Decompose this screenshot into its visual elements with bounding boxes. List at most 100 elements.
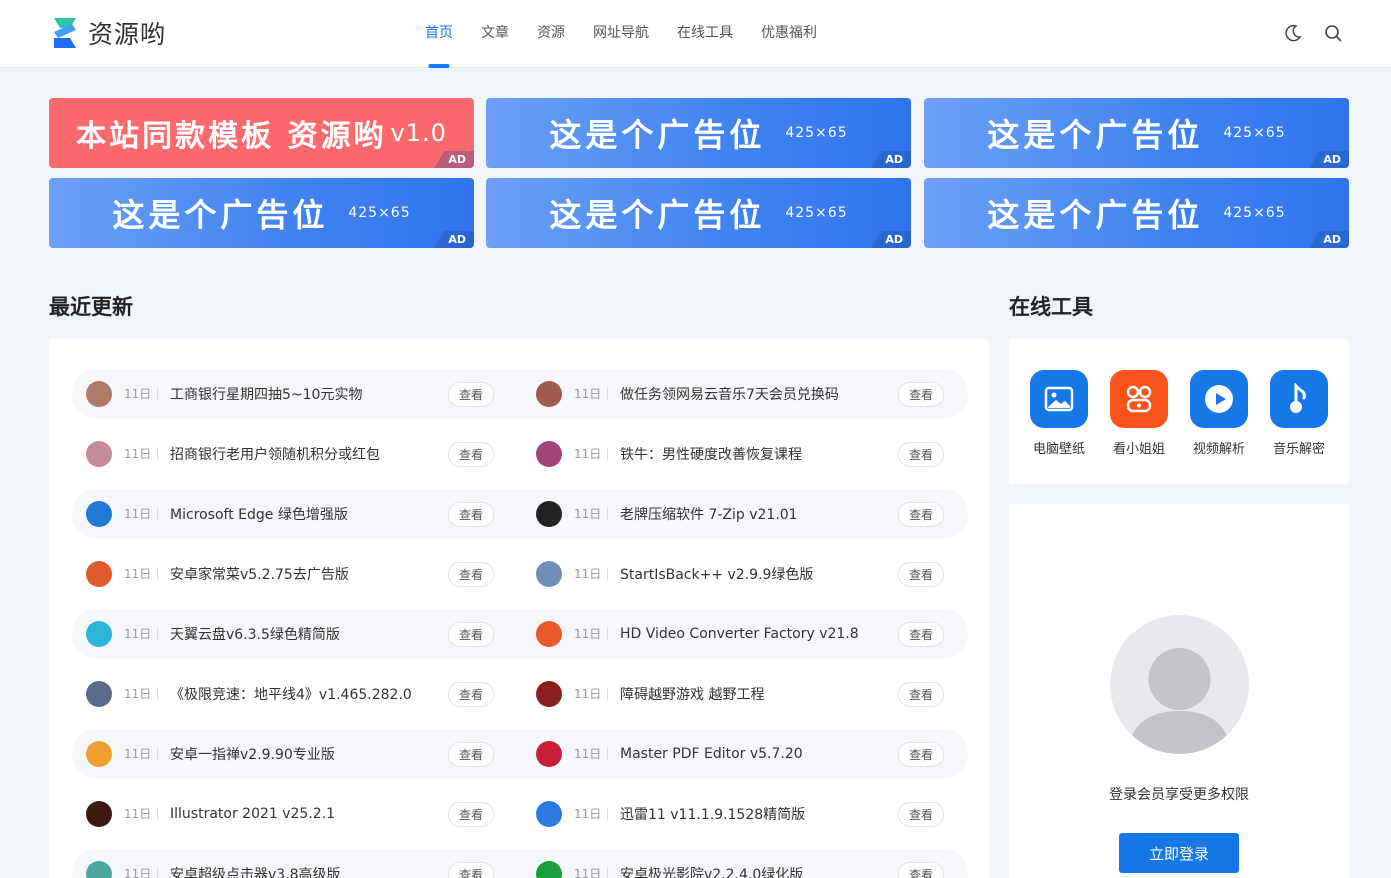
tool-label: 视频解析: [1192, 442, 1245, 457]
list-item[interactable]: 11日 障碍越野游戏 越野工程 查看: [522, 669, 957, 719]
ad-text: 这是个广告位: [549, 116, 766, 154]
item-title[interactable]: 《极限竞速：地平线4》v1.465.282.0: [170, 684, 448, 704]
nav-articles[interactable]: 文章: [481, 0, 509, 68]
tool-wallpaper[interactable]: 电脑壁纸: [1029, 370, 1089, 457]
item-date: 11日: [574, 568, 608, 580]
view-button[interactable]: 查看: [897, 501, 944, 527]
list-item[interactable]: 11日 天翼云盘v6.3.5绿色精简版 查看: [72, 609, 507, 659]
item-date: 11日: [124, 388, 158, 400]
tool-label: 电脑壁纸: [1032, 442, 1085, 457]
item-date: 11日: [124, 628, 158, 640]
view-button[interactable]: 查看: [897, 741, 944, 767]
nav-deals[interactable]: 优惠福利: [761, 0, 817, 68]
table-row: 11日 《极限竞速：地平线4》v1.465.282.0 查看 11日 障碍越野游戏 越野…: [72, 669, 968, 719]
view-button[interactable]: 查看: [897, 801, 944, 827]
search-icon[interactable]: [1324, 24, 1342, 42]
cloud-icon: [86, 621, 112, 647]
default-avatar-icon: [1128, 648, 1231, 754]
7zip-icon: [536, 501, 562, 527]
item-title[interactable]: 做任务领网易云音乐7天会员兑换码: [620, 384, 898, 404]
item-date: 11日: [124, 868, 158, 878]
item-title[interactable]: 迅雷11 v11.1.9.1528精简版: [620, 804, 898, 824]
item-title[interactable]: 安卓一指禅v2.9.90专业版: [170, 744, 448, 764]
list-item[interactable]: 11日 StartIsBack++ v2.9.9绿色版 查看: [522, 549, 957, 599]
view-button[interactable]: 查看: [897, 621, 944, 647]
list-item[interactable]: 11日 Microsoft Edge 绿色增强版 查看: [72, 489, 507, 539]
list-item[interactable]: 11日 安卓一指禅v2.9.90专业版 查看: [72, 729, 507, 779]
offroad-icon: [536, 681, 562, 707]
list-item[interactable]: 11日 Master PDF Editor v5.7.20 查看: [522, 729, 957, 779]
site-header: 资源哟 首页 文章 资源 网址导航 在线工具 优惠福利: [0, 0, 1391, 68]
view-button[interactable]: 查看: [447, 681, 494, 707]
item-title[interactable]: 安卓超级点击器v3.8高级版: [170, 864, 448, 878]
view-button[interactable]: 查看: [897, 441, 944, 467]
view-button[interactable]: 查看: [447, 621, 494, 647]
view-button[interactable]: 查看: [897, 681, 944, 707]
list-item[interactable]: 11日 安卓家常菜v5.2.75去广告版 查看: [72, 549, 507, 599]
ad-banner[interactable]: 这是个广告位 425×65 AD: [49, 178, 474, 248]
view-button[interactable]: 查看: [447, 441, 494, 467]
table-row: 11日 天翼云盘v6.3.5绿色精简版 查看 11日 HD Video Converte…: [72, 609, 968, 659]
tool-video-parse[interactable]: 视频解析: [1189, 370, 1249, 457]
tool-video-grid[interactable]: 看小姐姐: [1109, 370, 1169, 457]
list-item[interactable]: 11日 迅雷11 v11.1.9.1528精简版 查看: [522, 789, 957, 839]
list-item[interactable]: 11日 HD Video Converter Factory v21.8 查看: [522, 609, 957, 659]
view-button[interactable]: 查看: [447, 801, 494, 827]
item-title[interactable]: 安卓极光影院v2.2.4.0绿化版: [620, 864, 898, 878]
ad-banner[interactable]: 这是个广告位 425×65 AD: [924, 178, 1349, 248]
item-date: 11日: [574, 688, 608, 700]
list-item[interactable]: 11日 做任务领网易云音乐7天会员兑换码 查看: [522, 369, 957, 419]
edge-icon: [86, 501, 112, 527]
login-button[interactable]: 立即登录: [1119, 833, 1239, 873]
view-button[interactable]: 查看: [897, 861, 944, 878]
item-title[interactable]: Master PDF Editor v5.7.20: [620, 746, 898, 762]
item-date: 11日: [124, 748, 158, 760]
view-button[interactable]: 查看: [447, 741, 494, 767]
item-title[interactable]: StartIsBack++ v2.9.9绿色版: [620, 564, 898, 584]
item-title[interactable]: 障碍越野游戏 越野工程: [620, 684, 898, 704]
view-button[interactable]: 查看: [447, 501, 494, 527]
ad-banner[interactable]: 这是个广告位 425×65 AD: [486, 178, 911, 248]
list-item[interactable]: 11日 老牌压缩软件 7-Zip v21.01 查看: [522, 489, 957, 539]
recent-updates-title: 最近更新: [49, 295, 133, 319]
cinema-icon: [536, 861, 562, 878]
view-button[interactable]: 查看: [447, 561, 494, 587]
tool-music-decrypt[interactable]: 音乐解密: [1269, 370, 1329, 457]
list-item[interactable]: 11日 安卓超级点击器v3.8高级版 查看: [72, 849, 507, 878]
ad-banner-template[interactable]: 本站同款模板 资源哟 v1.0 AD: [49, 98, 474, 168]
nav-resources[interactable]: 资源: [537, 0, 565, 68]
illustrator-icon: [86, 801, 112, 827]
list-item[interactable]: 11日 工商银行星期四抽5~10元实物 查看: [72, 369, 507, 419]
item-title[interactable]: 安卓家常菜v5.2.75去广告版: [170, 564, 448, 584]
moon-icon[interactable]: [1284, 24, 1302, 42]
item-title[interactable]: 天翼云盘v6.3.5绿色精简版: [170, 624, 448, 644]
ad-banner[interactable]: 这是个广告位 425×65 AD: [486, 98, 911, 168]
item-title[interactable]: Microsoft Edge 绿色增强版: [170, 504, 448, 524]
item-title[interactable]: Illustrator 2021 v25.2.1: [170, 806, 448, 822]
ad-banner[interactable]: 这是个广告位 425×65 AD: [924, 98, 1349, 168]
view-button[interactable]: 查看: [447, 861, 494, 878]
list-item[interactable]: 11日 《极限竞速：地平线4》v1.465.282.0 查看: [72, 669, 507, 719]
list-item[interactable]: 11日 招商银行老用户领随机积分或红包 查看: [72, 429, 507, 479]
site-logo[interactable]: 资源哟: [50, 15, 166, 51]
table-row: 11日 安卓超级点击器v3.8高级版 查看 11日 安卓极光影院v2.2.4.0绿化版查…: [72, 849, 968, 878]
item-date: 11日: [574, 748, 608, 760]
item-date: 11日: [124, 808, 158, 820]
item-title[interactable]: 招商银行老用户领随机积分或红包: [170, 444, 448, 464]
view-button[interactable]: 查看: [447, 381, 494, 407]
nav-site-navigation[interactable]: 网址导航: [593, 0, 649, 68]
item-date: 11日: [124, 448, 158, 460]
item-title[interactable]: 工商银行星期四抽5~10元实物: [170, 384, 448, 404]
list-item[interactable]: 11日 安卓极光影院v2.2.4.0绿化版 查看: [522, 849, 957, 878]
view-button[interactable]: 查看: [897, 381, 944, 407]
item-title[interactable]: HD Video Converter Factory v21.8: [620, 626, 898, 642]
avatar: [1110, 615, 1249, 754]
item-title[interactable]: 铁牛：男性硬度改善恢复课程: [620, 444, 898, 464]
nav-online-tools[interactable]: 在线工具: [677, 0, 733, 68]
view-button[interactable]: 查看: [897, 561, 944, 587]
list-item[interactable]: 11日 Illustrator 2021 v25.2.1 查看: [72, 789, 507, 839]
nav-home[interactable]: 首页: [425, 0, 453, 68]
item-title[interactable]: 老牌压缩软件 7-Zip v21.01: [620, 504, 898, 524]
ad-text: 这是个广告位: [549, 196, 766, 234]
list-item[interactable]: 11日 铁牛：男性硬度改善恢复课程 查看: [522, 429, 957, 479]
